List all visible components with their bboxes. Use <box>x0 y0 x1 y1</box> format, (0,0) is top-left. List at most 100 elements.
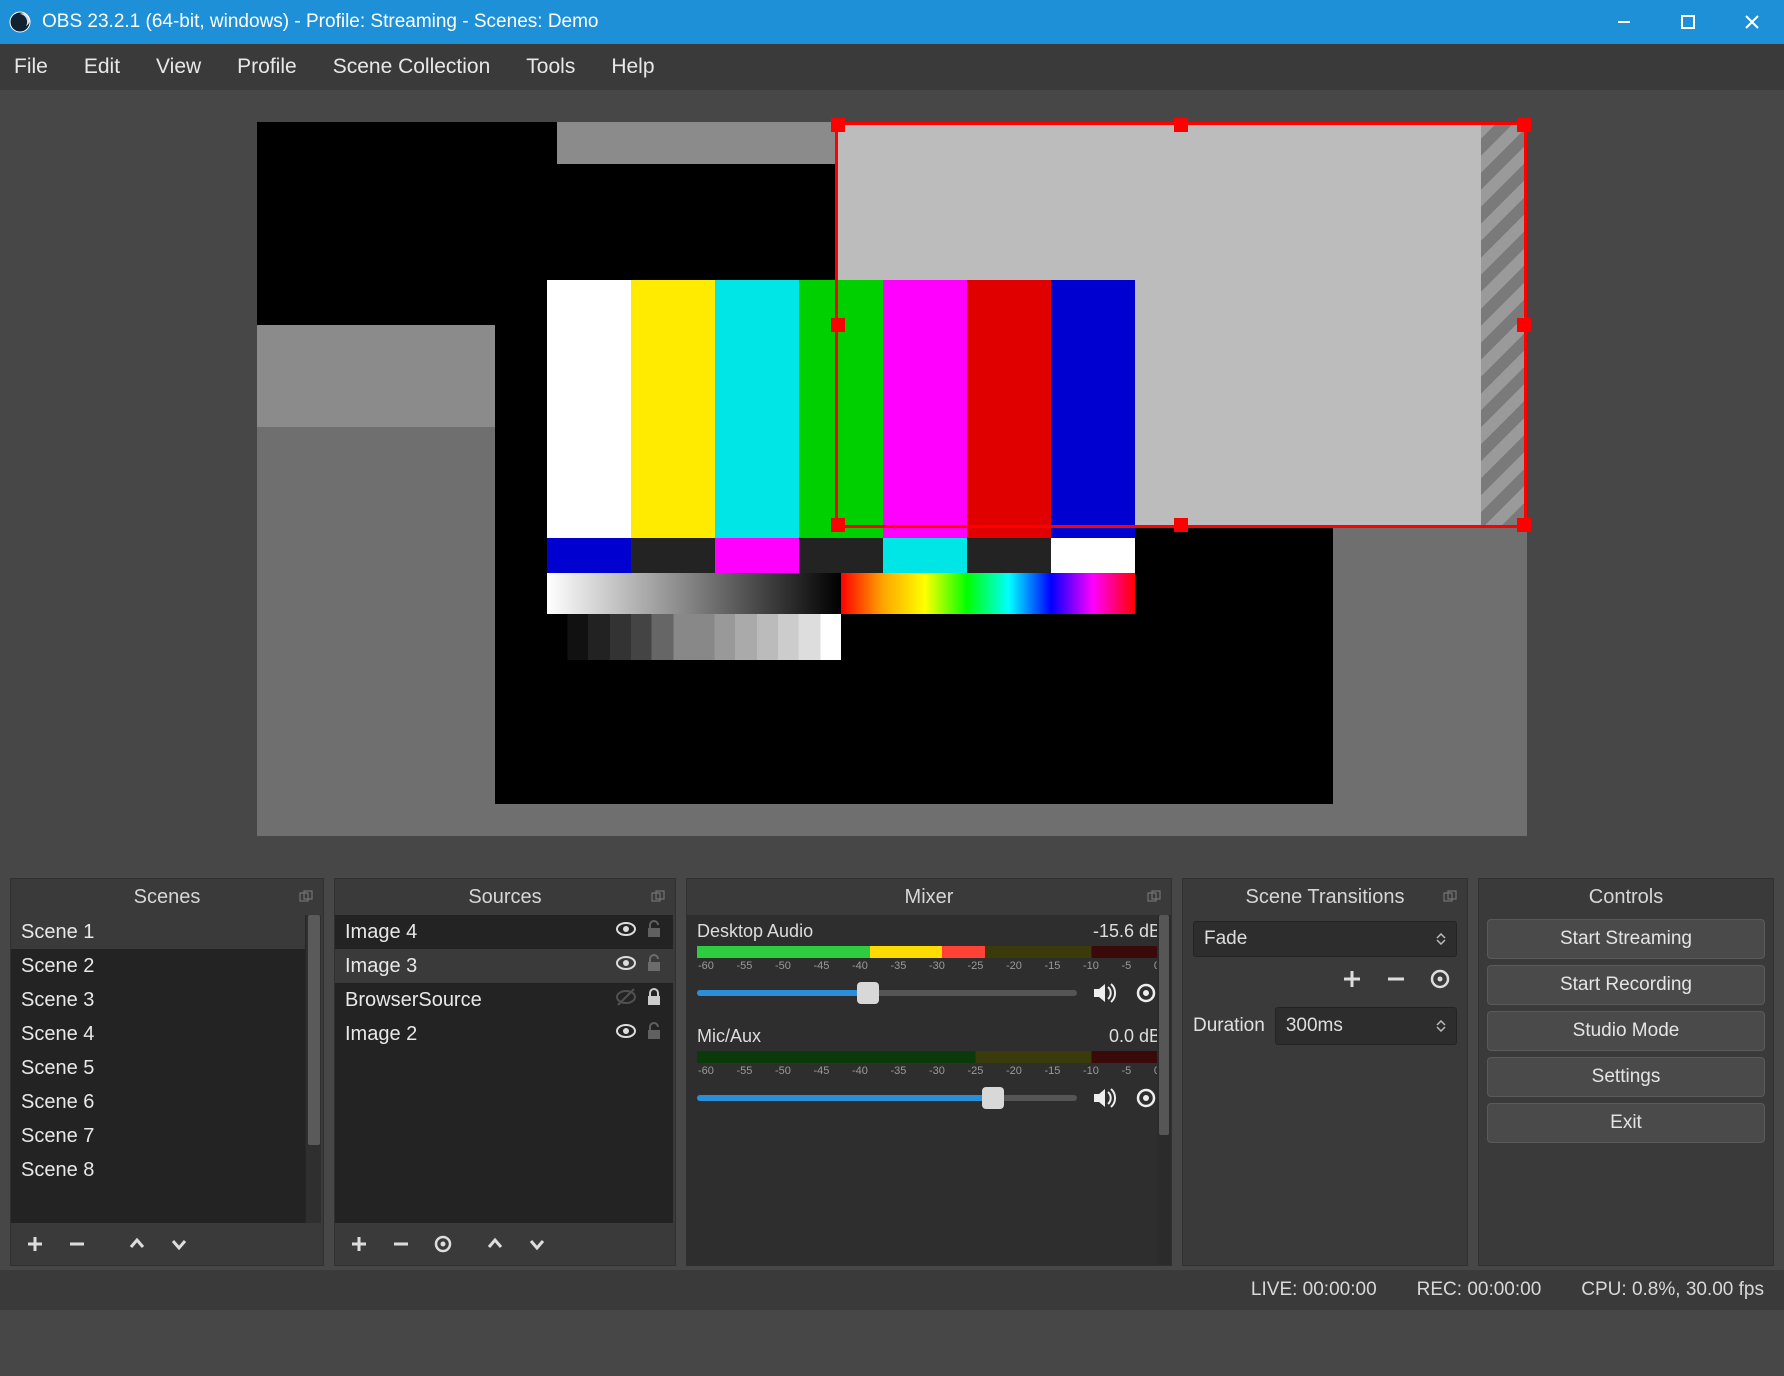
status-cpu: CPU: 0.8%, 30.00 fps <box>1581 1279 1764 1301</box>
menubar: File Edit View Profile Scene Collection … <box>0 44 1784 90</box>
scene-row[interactable]: Scene 8 <box>11 1153 321 1187</box>
scene-label: Scene 4 <box>21 1023 311 1046</box>
scene-up-button[interactable] <box>117 1226 157 1262</box>
start-streaming-button[interactable]: Start Streaming <box>1487 919 1765 959</box>
volume-slider[interactable] <box>697 982 1077 1004</box>
duration-spinbox[interactable]: 300ms <box>1275 1007 1457 1045</box>
source-label: Image 4 <box>345 921 615 944</box>
add-transition-button[interactable] <box>1335 961 1369 997</box>
controls-header: Controls <box>1479 879 1773 915</box>
menu-scene-collection[interactable]: Scene Collection <box>315 47 509 87</box>
scenes-title: Scenes <box>134 886 201 909</box>
source-row[interactable]: Image 3 <box>335 949 673 983</box>
duration-label: Duration <box>1193 1015 1265 1037</box>
window-minimize-button[interactable] <box>1592 0 1656 44</box>
obs-logo-icon <box>8 10 32 34</box>
scene-label: Scene 7 <box>21 1125 311 1148</box>
unlock-icon[interactable] <box>645 919 663 945</box>
transition-select-value: Fade <box>1194 928 1426 950</box>
volume-slider[interactable] <box>697 1087 1077 1109</box>
menu-view[interactable]: View <box>138 47 219 87</box>
scene-row[interactable]: Scene 7 <box>11 1119 321 1153</box>
unlock-icon[interactable] <box>645 953 663 979</box>
source-down-button[interactable] <box>517 1226 557 1262</box>
transition-select[interactable]: Fade <box>1193 921 1457 957</box>
popout-icon[interactable] <box>299 887 315 903</box>
transitions-dock: Scene Transitions Fade <box>1182 878 1468 1266</box>
transitions-header[interactable]: Scene Transitions <box>1183 879 1467 915</box>
eye-icon[interactable] <box>615 952 637 980</box>
scene-label: Scene 5 <box>21 1057 311 1080</box>
mixer-header[interactable]: Mixer <box>687 879 1171 915</box>
transition-properties-button[interactable] <box>1423 961 1457 997</box>
sources-header[interactable]: Sources <box>335 879 675 915</box>
scenes-header[interactable]: Scenes <box>11 879 323 915</box>
status-rec: REC: 00:00:00 <box>1417 1279 1542 1301</box>
scene-row[interactable]: Scene 2 <box>11 949 321 983</box>
speaker-icon[interactable] <box>1089 978 1119 1008</box>
remove-source-button[interactable] <box>381 1226 421 1262</box>
source-image-3[interactable] <box>547 280 1135 660</box>
menu-file[interactable]: File <box>6 47 66 87</box>
popout-icon[interactable] <box>1443 887 1459 903</box>
window-close-button[interactable] <box>1720 0 1784 44</box>
scene-label: Scene 3 <box>21 989 311 1012</box>
popout-icon[interactable] <box>1147 887 1163 903</box>
scene-row[interactable]: Scene 4 <box>11 1017 321 1051</box>
level-meter <box>697 946 1161 958</box>
settings-button[interactable]: Settings <box>1487 1057 1765 1097</box>
status-live: LIVE: 00:00:00 <box>1251 1279 1377 1301</box>
studio-mode-button[interactable]: Studio Mode <box>1487 1011 1765 1051</box>
unlock-icon[interactable] <box>645 1021 663 1047</box>
menu-profile[interactable]: Profile <box>219 47 315 87</box>
docks-row: Scenes Scene 1Scene 2Scene 3Scene 4Scene… <box>0 870 1784 1270</box>
updown-icon <box>1426 1020 1456 1032</box>
preview-canvas[interactable] <box>257 122 1527 836</box>
mixer-scrollbar[interactable] <box>1157 915 1171 1265</box>
scene-row[interactable]: Scene 6 <box>11 1085 321 1119</box>
sources-list: Image 4 Image 3 BrowserSourceImage 2 <box>335 915 673 1223</box>
channel-db: 0.0 dB <box>1109 1026 1161 1047</box>
eye-icon[interactable] <box>615 918 637 946</box>
scene-label: Scene 2 <box>21 955 311 978</box>
source-row[interactable]: Image 2 <box>335 1017 673 1051</box>
window-maximize-button[interactable] <box>1656 0 1720 44</box>
scene-row[interactable]: Scene 1 <box>11 915 321 949</box>
scenes-list: Scene 1 Scene 2 Scene 3 Scene 4 Scene 5 Scene… <box>11 915 321 1223</box>
channel-name: Desktop Audio <box>697 921 813 942</box>
scenes-dock: Scenes Scene 1Scene 2Scene 3Scene 4Scene… <box>10 878 324 1266</box>
source-properties-button[interactable] <box>423 1226 463 1262</box>
scene-label: Scene 8 <box>21 1159 311 1182</box>
mixer-dock: Mixer Desktop Audio-15.6 dB-60-55-50-45-… <box>686 878 1172 1266</box>
remove-scene-button[interactable] <box>57 1226 97 1262</box>
eye-icon[interactable] <box>615 1020 637 1048</box>
titlebar: OBS 23.2.1 (64-bit, windows) - Profile: … <box>0 0 1784 44</box>
scene-row[interactable]: Scene 3 <box>11 983 321 1017</box>
eye-off-icon[interactable] <box>615 986 637 1014</box>
add-scene-button[interactable] <box>15 1226 55 1262</box>
source-row[interactable]: BrowserSource <box>335 983 673 1017</box>
exit-button[interactable]: Exit <box>1487 1103 1765 1143</box>
scene-down-button[interactable] <box>159 1226 199 1262</box>
scenes-scrollbar[interactable] <box>305 915 321 1223</box>
mixer-body: Desktop Audio-15.6 dB-60-55-50-45-40-35-… <box>687 915 1171 1265</box>
remove-transition-button[interactable] <box>1379 961 1413 997</box>
controls-title: Controls <box>1589 886 1663 909</box>
menu-help[interactable]: Help <box>593 47 672 87</box>
speaker-icon[interactable] <box>1089 1083 1119 1113</box>
menu-edit[interactable]: Edit <box>66 47 138 87</box>
sources-title: Sources <box>468 886 541 909</box>
source-up-button[interactable] <box>475 1226 515 1262</box>
sources-dock: Sources Image 4 Image 3 BrowserSourceImage… <box>334 878 676 1266</box>
duration-value: 300ms <box>1276 1015 1426 1037</box>
channel-name: Mic/Aux <box>697 1026 761 1047</box>
popout-icon[interactable] <box>651 887 667 903</box>
meter-ticks: -60-55-50-45-40-35-30-25-20-15-10-50 <box>697 960 1161 974</box>
menu-tools[interactable]: Tools <box>508 47 593 87</box>
add-source-button[interactable] <box>339 1226 379 1262</box>
source-label: Image 3 <box>345 955 615 978</box>
start-recording-button[interactable]: Start Recording <box>1487 965 1765 1005</box>
lock-icon[interactable] <box>645 987 663 1013</box>
scene-row[interactable]: Scene 5 <box>11 1051 321 1085</box>
source-row[interactable]: Image 4 <box>335 915 673 949</box>
